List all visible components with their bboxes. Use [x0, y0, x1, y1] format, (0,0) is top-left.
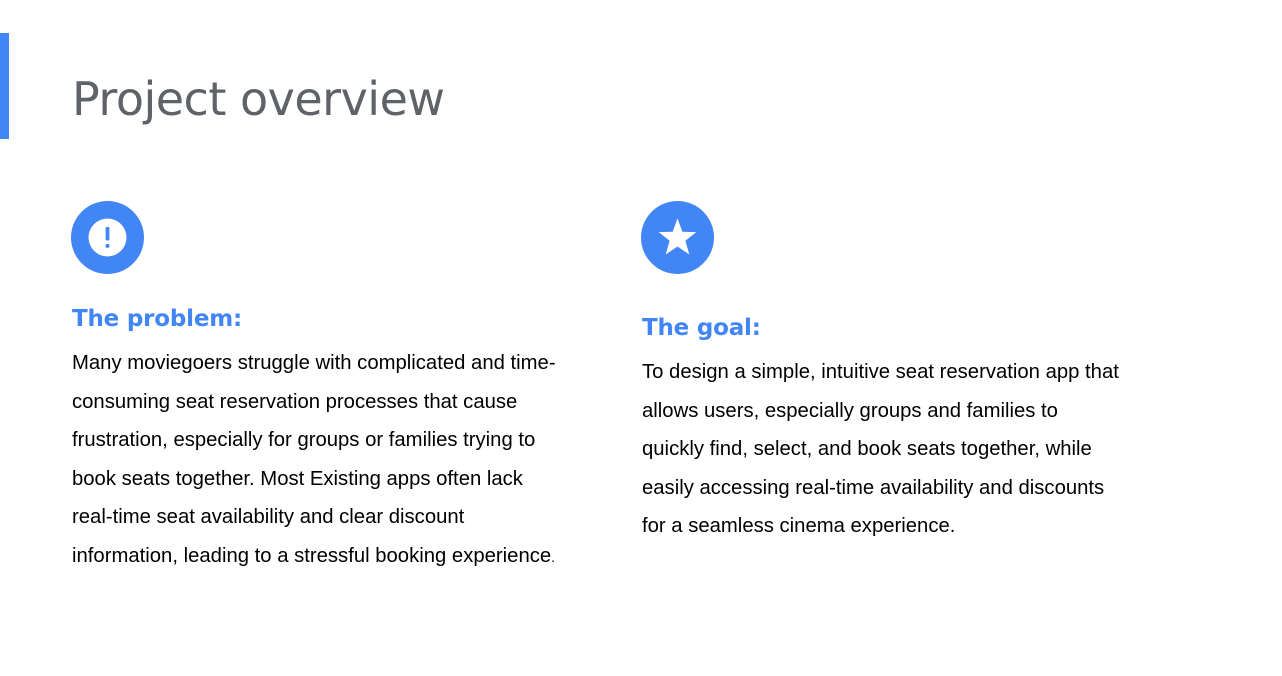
problem-description: Many moviegoers struggle with complicate… [72, 344, 562, 576]
problem-description-end: . [551, 548, 556, 565]
goal-description: To design a simple, intuitive seat reser… [642, 361, 1119, 537]
page-title: Project overview [72, 72, 445, 126]
goal-heading: The goal: [642, 315, 761, 341]
star-icon [641, 201, 714, 274]
exclamation-icon [71, 201, 144, 274]
title-accent-bar [0, 33, 9, 139]
problem-description-text: Many moviegoers struggle with complicate… [72, 352, 556, 567]
problem-heading: The problem: [72, 306, 242, 332]
